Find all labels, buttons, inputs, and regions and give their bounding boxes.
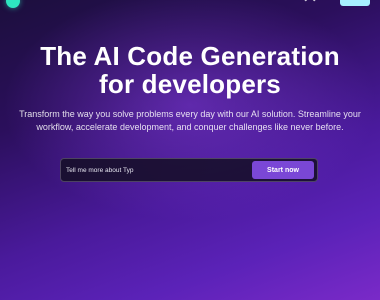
prompt-input[interactable] [61,161,252,179]
top-navbar [0,0,380,8]
start-now-button[interactable]: Start now [252,161,314,179]
hero-title-line2: for developers [99,69,281,99]
logo-icon[interactable] [6,0,20,8]
hero-section: The AI Code Generation for developers Tr… [0,42,380,134]
hero-subtitle: Transform the way you solve problems eve… [19,109,361,132]
prompt-bar: Start now [60,158,318,182]
nav-cta-button[interactable] [340,0,370,6]
hero-title-line1: The AI Code Generation [40,41,340,71]
chevron-icon[interactable] [304,0,316,6]
hero-title: The AI Code Generation for developers [0,42,380,98]
